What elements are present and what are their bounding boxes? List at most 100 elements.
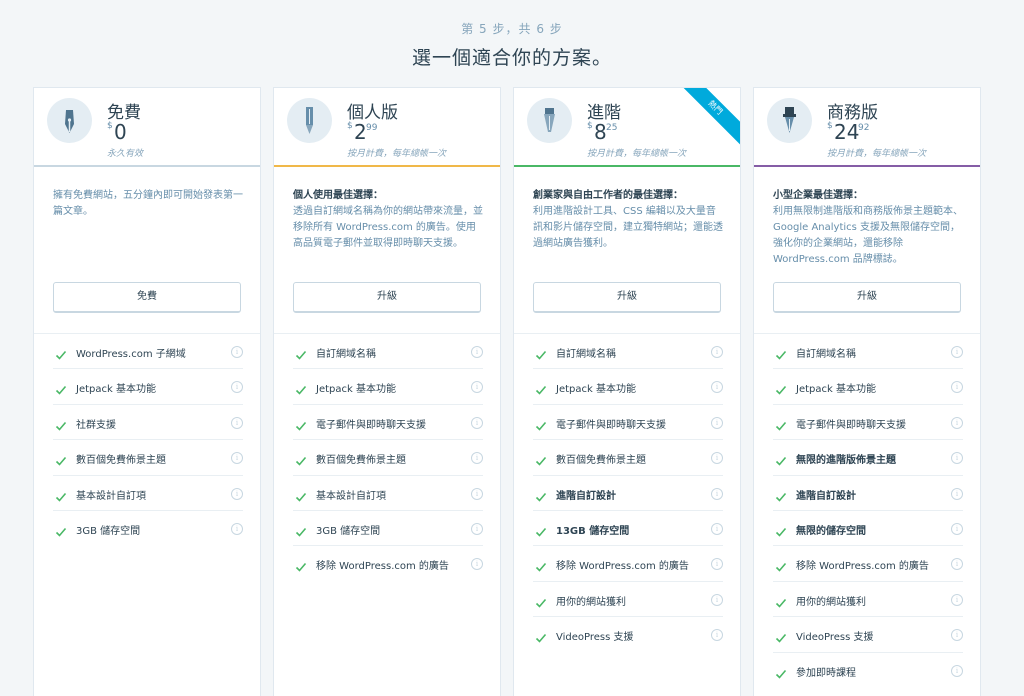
feature-item: 數百個免費佈景主題 i xyxy=(293,440,483,476)
info-icon[interactable]: i xyxy=(711,522,723,535)
info-icon[interactable]: i xyxy=(471,487,483,500)
info-icon[interactable]: i xyxy=(231,522,243,535)
select-free-button[interactable]: 免費 xyxy=(53,282,241,313)
checkmark-icon xyxy=(775,558,787,573)
info-icon[interactable]: i xyxy=(951,522,963,535)
checkmark-icon xyxy=(775,488,787,502)
info-icon[interactable]: i xyxy=(711,416,723,429)
feature-label: 數百個免費佈景主題 xyxy=(316,455,406,467)
feature-item: 移除 WordPress.com 的廣告 i xyxy=(293,546,483,581)
plan-header: 商務版 $24 92 按月計費，每年總帳一次 xyxy=(754,88,980,167)
info-icon[interactable]: i xyxy=(711,346,723,358)
checkmark-icon xyxy=(295,346,307,360)
info-icon[interactable]: i xyxy=(471,416,483,429)
info-icon[interactable]: i xyxy=(471,452,483,465)
checkmark-icon xyxy=(775,381,787,396)
feature-item: 自訂網域名稱 i xyxy=(293,334,483,370)
checkmark-icon xyxy=(535,381,547,396)
feature-label: 13GB 儲存空間 xyxy=(556,525,630,537)
pen-icon xyxy=(287,98,332,143)
feature-label: 無限的進階版佈景主題 xyxy=(796,455,896,467)
plan-description-title: 創業家與自由工作者的最佳選擇： xyxy=(533,190,683,201)
checkmark-icon xyxy=(775,665,787,679)
info-icon[interactable]: i xyxy=(471,558,483,571)
plan-description: 小型企業最佳選擇： 利用無限制進階版和商務版佈景主題範本、Google Analy… xyxy=(773,188,965,268)
info-icon[interactable]: i xyxy=(471,522,483,535)
feature-label: 社群支援 xyxy=(76,419,116,431)
checkmark-icon xyxy=(535,629,547,643)
feature-item: 進階自訂設計 i xyxy=(533,476,723,511)
feature-label: 自訂網域名稱 xyxy=(796,349,856,360)
feature-label: VideoPress 支援 xyxy=(556,632,634,644)
feature-label: 移除 WordPress.com 的廣告 xyxy=(796,561,929,573)
feature-item: 無限的儲存空間 i xyxy=(773,511,963,547)
feature-item: 用你的網站獲利 i xyxy=(533,582,723,618)
feature-item: 基本設計自訂項 i xyxy=(293,476,483,511)
info-icon[interactable]: i xyxy=(471,381,483,394)
feature-item: 13GB 儲存空間 i xyxy=(533,511,723,547)
info-icon[interactable]: i xyxy=(951,381,963,394)
feature-item: 數百個免費佈景主題 i xyxy=(533,440,723,476)
info-icon[interactable]: i xyxy=(231,346,243,358)
info-icon[interactable]: i xyxy=(951,558,963,571)
feature-item: 移除 WordPress.com 的廣告 i xyxy=(533,546,723,582)
price-integer: 0 xyxy=(114,120,127,144)
info-icon[interactable]: i xyxy=(951,487,963,500)
feature-label: 電子郵件與即時聊天支援 xyxy=(316,419,426,431)
feature-label: WordPress.com 子網域 xyxy=(76,349,186,360)
info-icon[interactable]: i xyxy=(951,664,963,677)
info-icon[interactable]: i xyxy=(951,346,963,358)
plan-description: 擁有免費網站，五分鐘內即可開始發表第一篇文章。 xyxy=(53,188,245,220)
upgrade-button[interactable]: 升級 xyxy=(533,282,721,313)
plan-term: 永久有效 xyxy=(107,149,144,159)
info-icon[interactable]: i xyxy=(951,629,963,642)
feature-label: Jetpack 基本功能 xyxy=(796,384,876,396)
checkmark-icon xyxy=(295,381,307,396)
checkmark-icon xyxy=(295,488,307,502)
feature-item: 社群支援 i xyxy=(53,405,243,441)
feature-item: Jetpack 基本功能 i xyxy=(773,369,963,405)
info-icon[interactable]: i xyxy=(471,346,483,358)
upgrade-button[interactable]: 升級 xyxy=(293,282,481,313)
feature-item: Jetpack 基本功能 i xyxy=(293,369,483,405)
feature-label: 自訂網域名稱 xyxy=(556,349,616,360)
info-icon[interactable]: i xyxy=(711,593,723,606)
plan-description-title: 小型企業最佳選擇： xyxy=(773,190,863,201)
checkmark-icon xyxy=(775,629,787,643)
checkmark-icon xyxy=(775,346,787,360)
plan-card-free: 免費 $0 永久有效 擁有免費網站，五分鐘內即可開始發表第一篇文章。 免費 WordPre… xyxy=(33,87,261,696)
feature-item: Jetpack 基本功能 i xyxy=(533,369,723,405)
info-icon[interactable]: i xyxy=(711,381,723,394)
feature-label: 數百個免費佈景主題 xyxy=(556,455,646,467)
info-icon[interactable]: i xyxy=(951,416,963,429)
info-icon[interactable]: i xyxy=(951,593,963,606)
checkmark-icon xyxy=(295,417,307,431)
info-icon[interactable]: i xyxy=(231,452,243,465)
info-icon[interactable]: i xyxy=(711,487,723,500)
feature-list: WordPress.com 子網域 i Jetpack 基本功能 i 社群支援 i 數百個免… xyxy=(34,333,260,546)
feature-label: 數百個免費佈景主題 xyxy=(76,455,166,467)
info-icon[interactable]: i xyxy=(231,487,243,500)
plan-card-premium: 進階 $8 25 按月計費，每年總帳一次 熱門 創業家與自由工作者的最佳選擇： 利用進階設計… xyxy=(513,87,741,696)
feature-label: 自訂網域名稱 xyxy=(316,349,376,360)
plan-term: 按月計費，每年總帳一次 xyxy=(827,149,927,159)
checkmark-icon xyxy=(535,523,547,537)
info-icon[interactable]: i xyxy=(951,452,963,465)
info-icon[interactable]: i xyxy=(711,452,723,465)
price-integer: 24 xyxy=(834,120,860,144)
upgrade-button[interactable]: 升級 xyxy=(773,282,961,313)
feature-list: 自訂網域名稱 i Jetpack 基本功能 i 電子郵件與即時聊天支援 i 無限的進階版佈景… xyxy=(754,333,980,688)
price-currency: $ xyxy=(347,121,353,131)
info-icon[interactable]: i xyxy=(231,416,243,429)
info-icon[interactable]: i xyxy=(231,381,243,394)
plan-header: 進階 $8 25 按月計費，每年總帳一次 熱門 xyxy=(514,88,740,167)
info-icon[interactable]: i xyxy=(711,558,723,571)
plan-description-body: 利用無限制進階版和商務版佈景主題範本、Google Analytics 支援及無… xyxy=(773,206,963,265)
plan-term: 按月計費，每年總帳一次 xyxy=(587,149,687,159)
price-integer: 2 xyxy=(354,120,367,144)
checkmark-icon xyxy=(55,417,67,431)
feature-item: 電子郵件與即時聊天支援 i xyxy=(773,405,963,441)
plan-header: 個人版 $2 99 按月計費，每年總帳一次 xyxy=(274,88,500,167)
info-icon[interactable]: i xyxy=(711,629,723,642)
feature-label: 參加即時課程 xyxy=(796,667,856,679)
